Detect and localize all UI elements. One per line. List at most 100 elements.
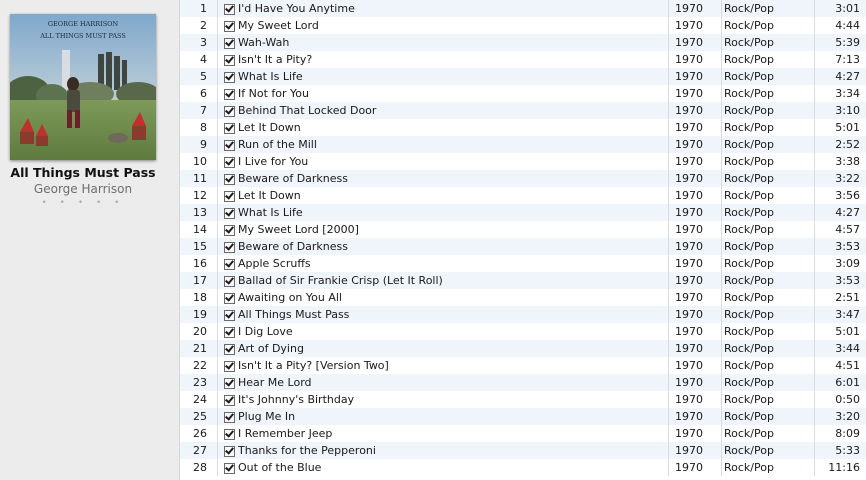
- track-enabled-checkbox[interactable]: [224, 55, 235, 66]
- track-row[interactable]: 8 Let It Down 1970 Rock/Pop 5:01: [180, 119, 866, 136]
- track-enabled-checkbox[interactable]: [224, 344, 235, 355]
- track-number: 22: [180, 357, 218, 374]
- track-row[interactable]: 9 Run of the Mill 1970 Rock/Pop 2:52: [180, 136, 866, 153]
- track-enabled-checkbox[interactable]: [224, 361, 235, 372]
- track-time: 3:10: [814, 102, 862, 119]
- track-enabled-checkbox[interactable]: [224, 157, 235, 168]
- track-year: 1970: [668, 323, 722, 340]
- track-enabled-checkbox[interactable]: [224, 293, 235, 304]
- track-row[interactable]: 2 My Sweet Lord 1970 Rock/Pop 4:44: [180, 17, 866, 34]
- track-time: 4:27: [814, 68, 862, 85]
- track-row[interactable]: 3 Wah-Wah 1970 Rock/Pop 5:39: [180, 34, 866, 51]
- album-rating[interactable]: • • • • •: [0, 198, 166, 208]
- track-row[interactable]: 20 I Dig Love 1970 Rock/Pop 5:01: [180, 323, 866, 340]
- track-row[interactable]: 15 Beware of Darkness 1970 Rock/Pop 3:53: [180, 238, 866, 255]
- track-time: 2:52: [814, 136, 862, 153]
- track-name: What Is Life: [238, 206, 303, 219]
- track-row[interactable]: 24 It's Johnny's Birthday 1970 Rock/Pop 0:50: [180, 391, 866, 408]
- track-name: Wah-Wah: [238, 36, 290, 49]
- track-year: 1970: [668, 340, 722, 357]
- track-checkbox-cell: [224, 238, 236, 255]
- track-row[interactable]: 21 Art of Dying 1970 Rock/Pop 3:44: [180, 340, 866, 357]
- track-row[interactable]: 5 What Is Life 1970 Rock/Pop 4:27: [180, 68, 866, 85]
- track-name: All Things Must Pass: [238, 308, 350, 321]
- track-row[interactable]: 6 If Not for You 1970 Rock/Pop 3:34: [180, 85, 866, 102]
- track-name: I Dig Love: [238, 325, 293, 338]
- track-checkbox-cell: [224, 187, 236, 204]
- track-name: My Sweet Lord: [238, 19, 319, 32]
- track-checkbox-cell: [224, 289, 236, 306]
- track-genre: Rock/Pop: [724, 325, 774, 338]
- track-row[interactable]: 4 Isn't It a Pity? 1970 Rock/Pop 7:13: [180, 51, 866, 68]
- track-checkbox-cell: [224, 136, 236, 153]
- track-number: 24: [180, 391, 218, 408]
- track-enabled-checkbox[interactable]: [224, 463, 235, 474]
- track-row[interactable]: 13 What Is Life 1970 Rock/Pop 4:27: [180, 204, 866, 221]
- track-row[interactable]: 23 Hear Me Lord 1970 Rock/Pop 6:01: [180, 374, 866, 391]
- track-year: 1970: [668, 408, 722, 425]
- track-genre: Rock/Pop: [724, 223, 774, 236]
- track-row[interactable]: 17 Ballad of Sir Frankie Crisp (Let It Ro…: [180, 272, 866, 289]
- track-row[interactable]: 22 Isn't It a Pity? [Version Two] 1970 Rock…: [180, 357, 866, 374]
- track-time: 3:47: [814, 306, 862, 323]
- track-row[interactable]: 10 I Live for You 1970 Rock/Pop 3:38: [180, 153, 866, 170]
- track-row[interactable]: 7 Behind That Locked Door 1970 Rock/Pop 3:10: [180, 102, 866, 119]
- track-enabled-checkbox[interactable]: [224, 276, 235, 287]
- track-enabled-checkbox[interactable]: [224, 327, 235, 338]
- track-number: 15: [180, 238, 218, 255]
- track-year: 1970: [668, 153, 722, 170]
- album-artist[interactable]: George Harrison: [0, 182, 166, 196]
- track-time: 3:34: [814, 85, 862, 102]
- track-row[interactable]: 18 Awaiting on You All 1970 Rock/Pop 2:51: [180, 289, 866, 306]
- track-row[interactable]: 26 I Remember Jeep 1970 Rock/Pop 8:09: [180, 425, 866, 442]
- track-enabled-checkbox[interactable]: [224, 310, 235, 321]
- track-enabled-checkbox[interactable]: [224, 395, 235, 406]
- track-checkbox-cell: [224, 425, 236, 442]
- track-enabled-checkbox[interactable]: [224, 378, 235, 389]
- track-number: 19: [180, 306, 218, 323]
- cover-title-line2: ALL THINGS MUST PASS: [39, 32, 126, 40]
- track-row[interactable]: 14 My Sweet Lord [2000] 1970 Rock/Pop 4:57: [180, 221, 866, 238]
- track-checkbox-cell: [224, 357, 236, 374]
- track-enabled-checkbox[interactable]: [224, 225, 235, 236]
- track-enabled-checkbox[interactable]: [224, 72, 235, 83]
- track-enabled-checkbox[interactable]: [224, 191, 235, 202]
- track-number: 2: [180, 17, 218, 34]
- track-checkbox-cell: [224, 34, 236, 51]
- track-year: 1970: [668, 255, 722, 272]
- track-enabled-checkbox[interactable]: [224, 208, 235, 219]
- track-enabled-checkbox[interactable]: [224, 140, 235, 151]
- track-enabled-checkbox[interactable]: [224, 429, 235, 440]
- track-enabled-checkbox[interactable]: [224, 38, 235, 49]
- track-enabled-checkbox[interactable]: [224, 446, 235, 457]
- track-genre: Rock/Pop: [724, 121, 774, 134]
- track-row[interactable]: 1 I'd Have You Anytime 1970 Rock/Pop 3:01: [180, 0, 866, 17]
- track-row[interactable]: 27 Thanks for the Pepperoni 1970 Rock/Pop 5:…: [180, 442, 866, 459]
- track-time: 4:27: [814, 204, 862, 221]
- track-row[interactable]: 16 Apple Scruffs 1970 Rock/Pop 3:09: [180, 255, 866, 272]
- track-enabled-checkbox[interactable]: [224, 4, 235, 15]
- track-number: 1: [180, 0, 218, 17]
- track-row[interactable]: 28 Out of the Blue 1970 Rock/Pop 11:16: [180, 459, 866, 476]
- track-time: 0:50: [814, 391, 862, 408]
- track-row[interactable]: 11 Beware of Darkness 1970 Rock/Pop 3:22: [180, 170, 866, 187]
- track-genre: Rock/Pop: [724, 206, 774, 219]
- track-checkbox-cell: [224, 459, 236, 476]
- track-enabled-checkbox[interactable]: [224, 106, 235, 117]
- track-enabled-checkbox[interactable]: [224, 21, 235, 32]
- album-cover-art[interactable]: GEORGE HARRISON ALL THINGS MUST PASS: [10, 14, 156, 160]
- track-time: 6:01: [814, 374, 862, 391]
- track-enabled-checkbox[interactable]: [224, 89, 235, 100]
- track-enabled-checkbox[interactable]: [224, 123, 235, 134]
- track-enabled-checkbox[interactable]: [224, 412, 235, 423]
- track-genre: Rock/Pop: [724, 172, 774, 185]
- track-enabled-checkbox[interactable]: [224, 259, 235, 270]
- track-checkbox-cell: [224, 306, 236, 323]
- track-row[interactable]: 25 Plug Me In 1970 Rock/Pop 3:20: [180, 408, 866, 425]
- track-row[interactable]: 12 Let It Down 1970 Rock/Pop 3:56: [180, 187, 866, 204]
- track-enabled-checkbox[interactable]: [224, 174, 235, 185]
- track-name: Thanks for the Pepperoni: [238, 444, 376, 457]
- track-row[interactable]: 19 All Things Must Pass 1970 Rock/Pop 3:47: [180, 306, 866, 323]
- track-time: 3:22: [814, 170, 862, 187]
- track-enabled-checkbox[interactable]: [224, 242, 235, 253]
